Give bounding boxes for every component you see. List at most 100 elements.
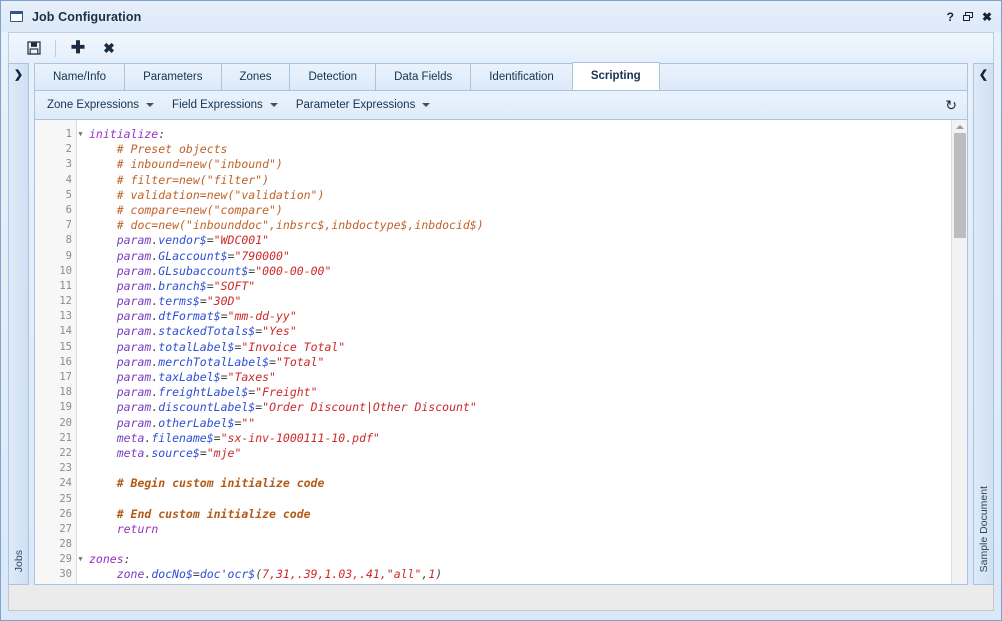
expression-bar: Zone Expressions Field Expressions Param… — [34, 91, 968, 120]
line-number: 6 — [35, 203, 76, 218]
title-bar: Job Configuration ? ✖ — [1, 1, 1001, 32]
center-panel: Name/Info Parameters Zones Detection Dat… — [34, 63, 968, 585]
code-token: dtFormat$ — [158, 309, 220, 323]
chevron-down-icon — [422, 103, 430, 107]
code-token: ) — [435, 567, 442, 581]
add-button[interactable]: ✚ — [65, 37, 91, 59]
scroll-thumb[interactable] — [954, 133, 966, 238]
code-token: = — [207, 233, 214, 247]
chevron-down-icon — [146, 103, 154, 107]
line-number: 29▼ — [35, 552, 76, 567]
code-token: # inbound=new("inbound") — [89, 157, 283, 171]
line-number: 8 — [35, 233, 76, 248]
code-line: param.GLaccount$="790000" — [89, 249, 951, 264]
code-token: = — [200, 446, 207, 460]
menu-field-expressions[interactable]: Field Expressions — [172, 99, 278, 111]
code-token: initialize — [89, 127, 158, 141]
code-token — [89, 431, 117, 445]
scroll-up-arrow-icon[interactable] — [952, 120, 968, 133]
code-token — [89, 340, 117, 354]
window-bottom-padding — [1, 611, 1001, 620]
line-number: 9 — [35, 249, 76, 264]
menu-parameter-expressions[interactable]: Parameter Expressions — [296, 99, 431, 111]
code-token: "Taxes" — [228, 370, 276, 384]
code-token: param — [117, 309, 152, 323]
line-number: 1▼ — [35, 127, 76, 142]
restore-button[interactable] — [963, 12, 973, 21]
expand-jobs-chevron-icon[interactable]: ❯ — [14, 70, 23, 81]
code-token — [89, 249, 117, 263]
tab-detection[interactable]: Detection — [289, 63, 375, 90]
code-token: param — [117, 355, 152, 369]
code-token: param — [117, 233, 152, 247]
help-button[interactable]: ? — [947, 11, 954, 23]
chevron-down-icon — [270, 103, 278, 107]
code-line: param.terms$="30D" — [89, 294, 951, 309]
code-token: # Begin custom initialize code — [89, 476, 324, 490]
page-title: Job Configuration — [32, 10, 141, 24]
code-token: "WDC001" — [214, 233, 269, 247]
line-number: 22 — [35, 446, 76, 461]
tab-data-fields[interactable]: Data Fields — [375, 63, 470, 90]
tab-zones[interactable]: Zones — [221, 63, 290, 90]
line-number: 23 — [35, 461, 76, 476]
code-token: "000-00-00" — [255, 264, 331, 278]
line-number: 24 — [35, 476, 76, 491]
code-line: meta.source$="mje" — [89, 446, 951, 461]
code-token: = — [221, 370, 228, 384]
main-toolbar: ✚ ✖ — [8, 32, 994, 63]
expand-sample-document-chevron-icon[interactable]: ❮ — [979, 70, 988, 81]
code-token: param — [117, 324, 152, 338]
code-token: doc'ocr$ — [200, 567, 255, 581]
code-line: param.stackedTotals$="Yes" — [89, 324, 951, 339]
refresh-icon[interactable]: ↻ — [945, 98, 957, 112]
code-token: = — [269, 355, 276, 369]
code-token: source$ — [151, 446, 199, 460]
code-token: param — [117, 385, 152, 399]
close-button[interactable]: ✖ — [982, 11, 992, 23]
code-text-area[interactable]: initialize: # Preset objects # inbound=n… — [77, 120, 951, 584]
line-number: 3 — [35, 157, 76, 172]
code-line: return — [89, 522, 951, 537]
menu-zone-expressions-label: Zone Expressions — [47, 99, 139, 111]
code-line — [89, 461, 951, 476]
code-line: # validation=new("validation") — [89, 188, 951, 203]
code-token: branch$ — [158, 279, 206, 293]
code-token: = — [200, 294, 207, 308]
code-line: # Begin custom initialize code — [89, 476, 951, 491]
code-line: param.freightLabel$="Freight" — [89, 385, 951, 400]
save-icon[interactable] — [21, 37, 47, 59]
code-token: terms$ — [158, 294, 200, 308]
line-number: 15 — [35, 340, 76, 355]
code-token — [89, 567, 117, 581]
tab-identification[interactable]: Identification — [470, 63, 572, 90]
code-token: "Invoice Total" — [241, 340, 345, 354]
line-number: 10 — [35, 264, 76, 279]
code-token: # Preset objects — [89, 142, 227, 156]
code-line — [89, 492, 951, 507]
code-line: param.otherLabel$="" — [89, 416, 951, 431]
line-number: 13 — [35, 309, 76, 324]
line-number: 2 — [35, 142, 76, 157]
code-token: param — [117, 264, 152, 278]
line-number: 27 — [35, 522, 76, 537]
code-token: zone — [117, 567, 145, 581]
code-token — [89, 522, 117, 536]
code-token — [89, 279, 117, 293]
code-token: freightLabel$ — [158, 385, 248, 399]
tab-scripting[interactable]: Scripting — [572, 62, 660, 90]
code-line: param.totalLabel$="Invoice Total" — [89, 340, 951, 355]
code-token — [89, 233, 117, 247]
code-line: zone.docNo$=doc'ocr$(7,31,.39,1.03,.41,"… — [89, 567, 951, 582]
line-number: 7 — [35, 218, 76, 233]
jobs-panel-rail[interactable]: ❯ Jobs — [8, 63, 29, 585]
code-token: "SOFT" — [214, 279, 256, 293]
editor-vertical-scrollbar[interactable] — [951, 120, 967, 584]
tab-parameters[interactable]: Parameters — [124, 63, 220, 90]
delete-button[interactable]: ✖ — [96, 37, 122, 59]
code-token — [89, 370, 117, 384]
menu-zone-expressions[interactable]: Zone Expressions — [47, 99, 154, 111]
sample-document-panel-rail[interactable]: ❮ Sample Document — [973, 63, 994, 585]
tab-name-info[interactable]: Name/Info — [34, 63, 124, 90]
code-token — [89, 309, 117, 323]
